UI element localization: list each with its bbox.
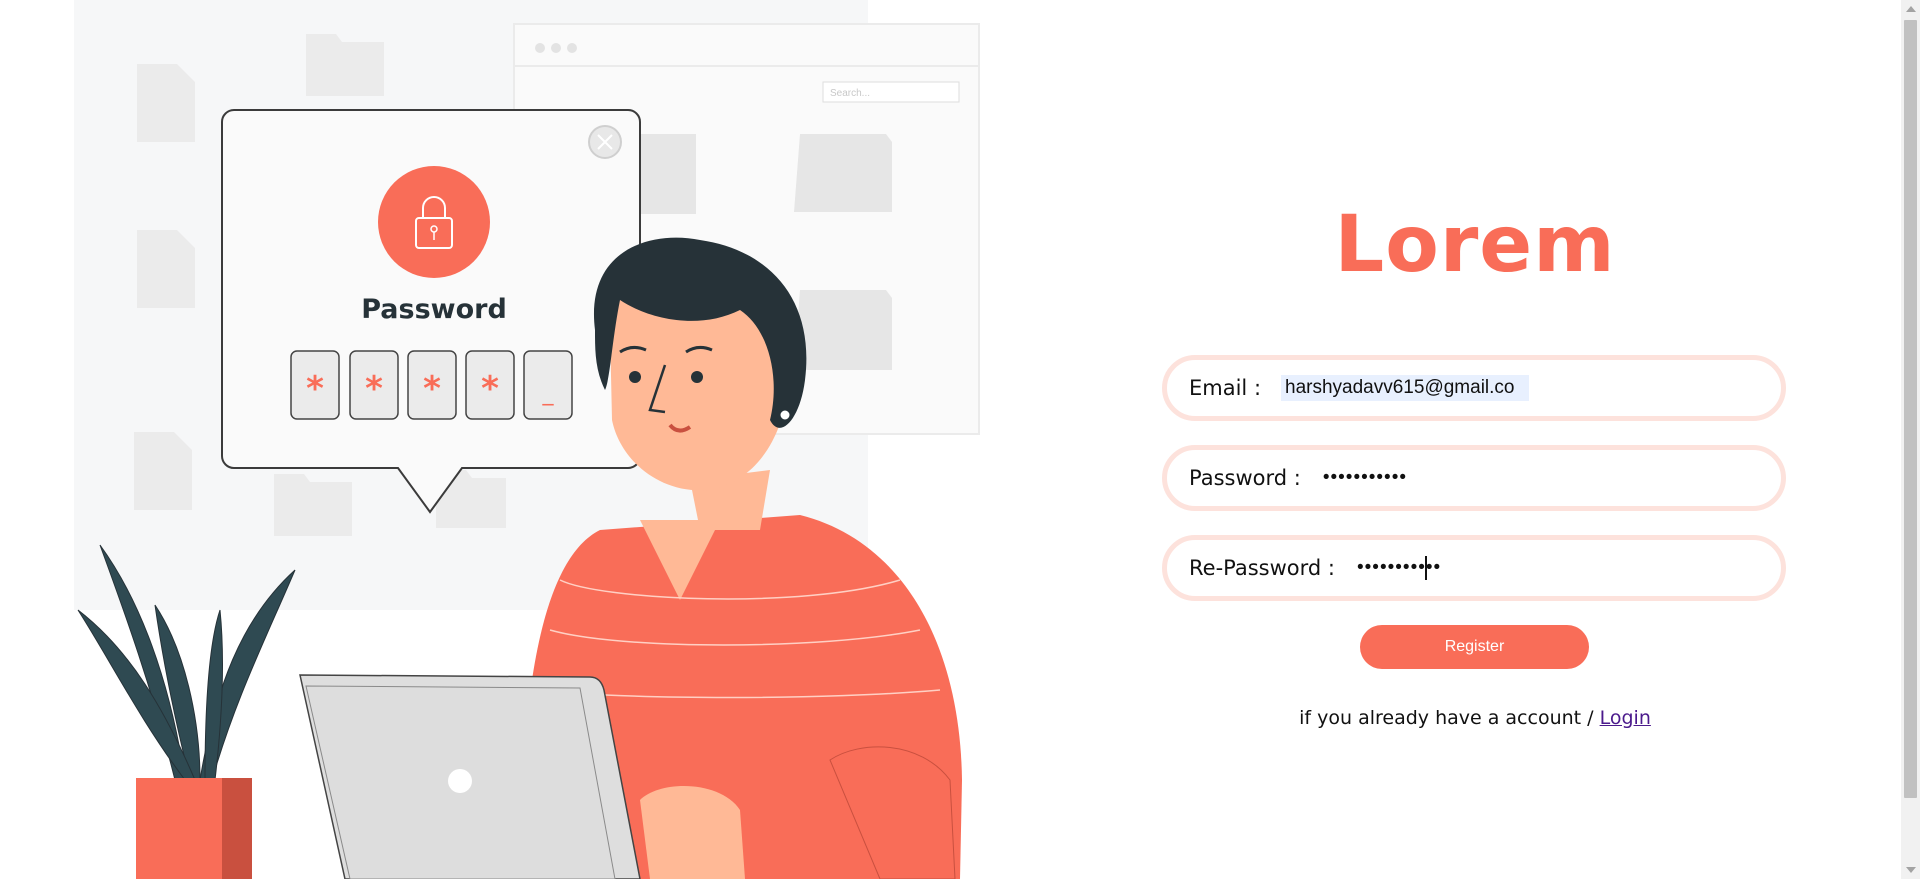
popup-title: Password	[361, 294, 507, 325]
scrollbar-thumb[interactable]	[1904, 20, 1917, 798]
email-input[interactable]	[1281, 375, 1530, 401]
register-form: Lorem Email : Password : Re-Password : R…	[1160, 0, 1790, 879]
pin-char: _	[542, 381, 555, 406]
pin-char: *	[481, 369, 499, 409]
pin-char: *	[306, 369, 324, 409]
pin-boxes: * * * * _	[290, 350, 573, 420]
pin-char: *	[423, 369, 441, 409]
vertical-scrollbar[interactable]	[1901, 0, 1920, 879]
search-placeholder: Search...	[830, 88, 870, 99]
scroll-up-arrow-icon[interactable]	[1906, 6, 1916, 12]
laptop	[299, 674, 641, 879]
login-illustration: Search... Password * * * * _	[0, 0, 1060, 879]
brand-title: Lorem	[1334, 200, 1616, 290]
lock-icon	[378, 166, 490, 278]
pin-char: *	[365, 369, 383, 409]
password-field-wrapper[interactable]: Password :	[1162, 445, 1786, 511]
email-field-wrapper[interactable]: Email :	[1162, 355, 1786, 421]
email-label: Email :	[1189, 376, 1262, 400]
text-caret	[1425, 556, 1427, 580]
repassword-label: Re-Password :	[1189, 556, 1335, 580]
login-prompt-line: if you already have a account / Login	[1160, 707, 1790, 729]
register-button[interactable]: Register	[1360, 625, 1589, 669]
repassword-field-wrapper[interactable]: Re-Password :	[1162, 535, 1786, 601]
password-input[interactable]	[1322, 467, 1623, 489]
laptop-logo	[448, 769, 472, 793]
login-prompt-text: if you already have a account /	[1299, 707, 1594, 729]
repassword-input[interactable]	[1357, 557, 1657, 579]
password-label: Password :	[1189, 466, 1301, 490]
scroll-down-arrow-icon[interactable]	[1906, 867, 1916, 873]
login-link[interactable]: Login	[1600, 707, 1651, 729]
